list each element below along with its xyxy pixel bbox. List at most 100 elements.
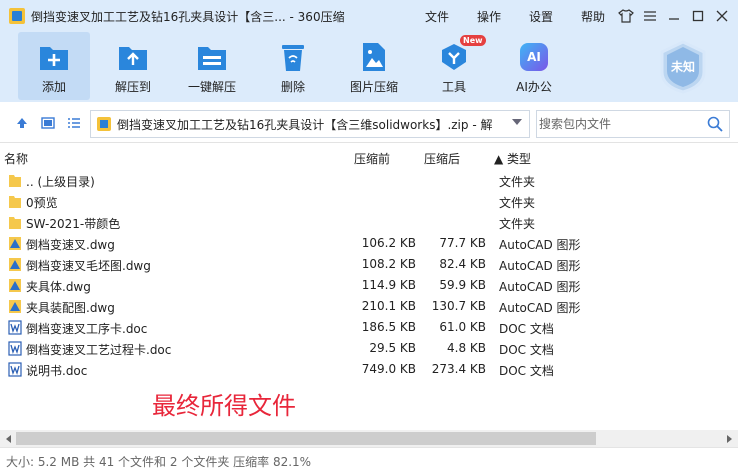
file-size: 106.2 KB (361, 236, 416, 250)
file-type: AutoCAD 图形 (499, 301, 581, 315)
column-type[interactable]: ▲ 类型 (494, 150, 531, 167)
table-row[interactable]: SW-2021-带颜色 文件夹 (0, 212, 738, 233)
skin-icon[interactable] (616, 6, 636, 26)
scrollbar-thumb[interactable] (16, 432, 596, 445)
ai-office-button[interactable]: AI AI办公 (498, 32, 570, 100)
tools-button[interactable]: New 工具 (418, 32, 490, 100)
scroll-right-icon[interactable] (722, 432, 736, 445)
word-file-icon (8, 341, 22, 356)
file-packed: 61.0 KB (439, 320, 486, 334)
folder-icon (9, 196, 21, 208)
thumbnail-view-icon[interactable] (40, 115, 56, 131)
file-type: AutoCAD 图形 (499, 238, 581, 252)
file-name: 夹具装配图.dwg (26, 301, 115, 315)
extract-to-label: 解压到 (114, 80, 151, 94)
table-row[interactable]: 倒档变速叉工艺过程卡.doc 29.5 KB 4.8 KB DOC 文档 (0, 338, 738, 359)
window-title: 倒挡变速叉加工工艺及钻16孔夹具设计【含三... - 360压缩 (31, 9, 345, 24)
table-row[interactable]: 夹具体.dwg 114.9 KB 59.9 KB AutoCAD 图形 (0, 275, 738, 296)
window-controls (616, 6, 732, 26)
table-row[interactable]: 倒档变速叉工序卡.doc 186.5 KB 61.0 KB DOC 文档 (0, 317, 738, 338)
ai-office-label: AI办公 (516, 80, 552, 94)
menu-lines-icon[interactable] (640, 6, 660, 26)
dwg-file-icon (9, 300, 21, 313)
unknown-badge[interactable]: 未知 (658, 40, 708, 94)
archive-icon (97, 117, 111, 131)
file-type: DOC 文档 (499, 322, 554, 336)
one-click-extract-icon (195, 40, 229, 74)
table-row[interactable]: 夹具装配图.dwg 210.1 KB 130.7 KB AutoCAD 图形 (0, 296, 738, 317)
add-label: 添加 (41, 80, 66, 94)
file-type: AutoCAD 图形 (499, 259, 581, 273)
image-compress-button[interactable]: 图片压缩 (338, 32, 410, 100)
one-click-extract-label: 一键解压 (187, 80, 236, 94)
file-packed: 82.4 KB (439, 257, 486, 271)
table-row[interactable]: 倒档变速叉毛坯图.dwg 108.2 KB 82.4 KB AutoCAD 图形 (0, 254, 738, 275)
extract-to-icon (116, 40, 150, 74)
file-name: 夹具体.dwg (26, 280, 91, 294)
file-size: 210.1 KB (361, 299, 416, 313)
add-button[interactable]: 添加 (18, 32, 90, 100)
delete-button[interactable]: 删除 (257, 32, 329, 100)
file-type: 文件夹 (499, 175, 536, 189)
chevron-down-icon[interactable] (511, 117, 523, 130)
file-name: 0预览 (26, 196, 58, 210)
menu-operate[interactable]: 操作 (463, 8, 515, 25)
file-size: 29.5 KB (369, 341, 416, 355)
annotation-text: 最终所得文件 (152, 392, 296, 420)
table-row[interactable]: 倒档变速叉.dwg 106.2 KB 77.7 KB AutoCAD 图形 (0, 233, 738, 254)
file-size: 108.2 KB (361, 257, 416, 271)
file-packed: 4.8 KB (447, 341, 486, 355)
search-input[interactable] (539, 117, 699, 131)
file-name: 倒档变速叉.dwg (26, 238, 115, 252)
path-field[interactable]: 倒挡变速叉加工工艺及钻16孔夹具设计【含三维solidworks】.zip - … (90, 110, 530, 138)
menu-help[interactable]: 帮助 (567, 8, 619, 25)
file-list: .. (上级目录) 文件夹 0预览 文件夹 SW-2021-带颜色 文件夹 倒档… (0, 170, 738, 380)
one-click-extract-button[interactable]: 一键解压 (176, 32, 248, 100)
file-name: 倒档变速叉毛坯图.dwg (26, 259, 151, 273)
new-badge: New (460, 35, 486, 46)
folder-icon (9, 217, 21, 229)
menu-file[interactable]: 文件 (411, 8, 463, 25)
image-compress-icon (357, 40, 391, 74)
horizontal-scrollbar[interactable] (0, 430, 738, 447)
file-name: 倒档变速叉工艺过程卡.doc (26, 343, 172, 357)
title-bar: 倒挡变速叉加工工艺及钻16孔夹具设计【含三... - 360压缩 文件 操作 设… (0, 0, 738, 32)
close-icon[interactable] (712, 6, 732, 26)
column-name[interactable]: 名称 (4, 150, 28, 167)
file-packed: 130.7 KB (431, 299, 486, 313)
scroll-left-icon[interactable] (2, 432, 16, 445)
maximize-icon[interactable] (688, 6, 708, 26)
toolbar: 添加 解压到 一键解压 删除 图片压缩 New 工具 AI AI办公 未知 (0, 32, 738, 102)
list-view-icon[interactable] (66, 115, 82, 131)
menu-bar: 文件 操作 设置 帮助 (411, 8, 619, 25)
minimize-icon[interactable] (664, 6, 684, 26)
word-file-icon (8, 320, 22, 335)
column-packed[interactable]: 压缩后 (424, 150, 460, 167)
column-size[interactable]: 压缩前 (354, 150, 390, 167)
file-packed: 77.7 KB (439, 236, 486, 250)
table-row[interactable]: .. (上级目录) 文件夹 (0, 170, 738, 191)
table-row[interactable]: 说明书.doc 749.0 KB 273.4 KB DOC 文档 (0, 359, 738, 380)
file-name: 倒档变速叉工序卡.doc (26, 322, 148, 336)
image-compress-label: 图片压缩 (349, 80, 398, 94)
unknown-badge-label: 未知 (670, 60, 695, 74)
status-bar: 大小: 5.2 MB 共 41 个文件和 2 个文件夹 压缩率 82.1% (0, 447, 738, 472)
address-bar: 倒挡变速叉加工工艺及钻16孔夹具设计【含三维solidworks】.zip - … (0, 103, 738, 143)
path-text: 倒挡变速叉加工工艺及钻16孔夹具设计【含三维solidworks】.zip - … (117, 117, 493, 132)
menu-settings[interactable]: 设置 (515, 8, 567, 25)
file-type: 文件夹 (499, 217, 536, 231)
file-size: 114.9 KB (361, 278, 416, 292)
dwg-file-icon (9, 237, 21, 250)
tools-label: 工具 (441, 80, 466, 94)
search-box (536, 110, 730, 138)
search-icon[interactable] (707, 116, 723, 132)
up-arrow-icon[interactable] (14, 115, 30, 131)
file-size: 749.0 KB (361, 362, 416, 376)
file-size: 186.5 KB (361, 320, 416, 334)
table-row[interactable]: 0预览 文件夹 (0, 191, 738, 212)
dwg-file-icon (9, 279, 21, 292)
extract-to-button[interactable]: 解压到 (97, 32, 169, 100)
file-type: AutoCAD 图形 (499, 280, 581, 294)
file-type: DOC 文档 (499, 343, 554, 357)
file-packed: 273.4 KB (431, 362, 486, 376)
